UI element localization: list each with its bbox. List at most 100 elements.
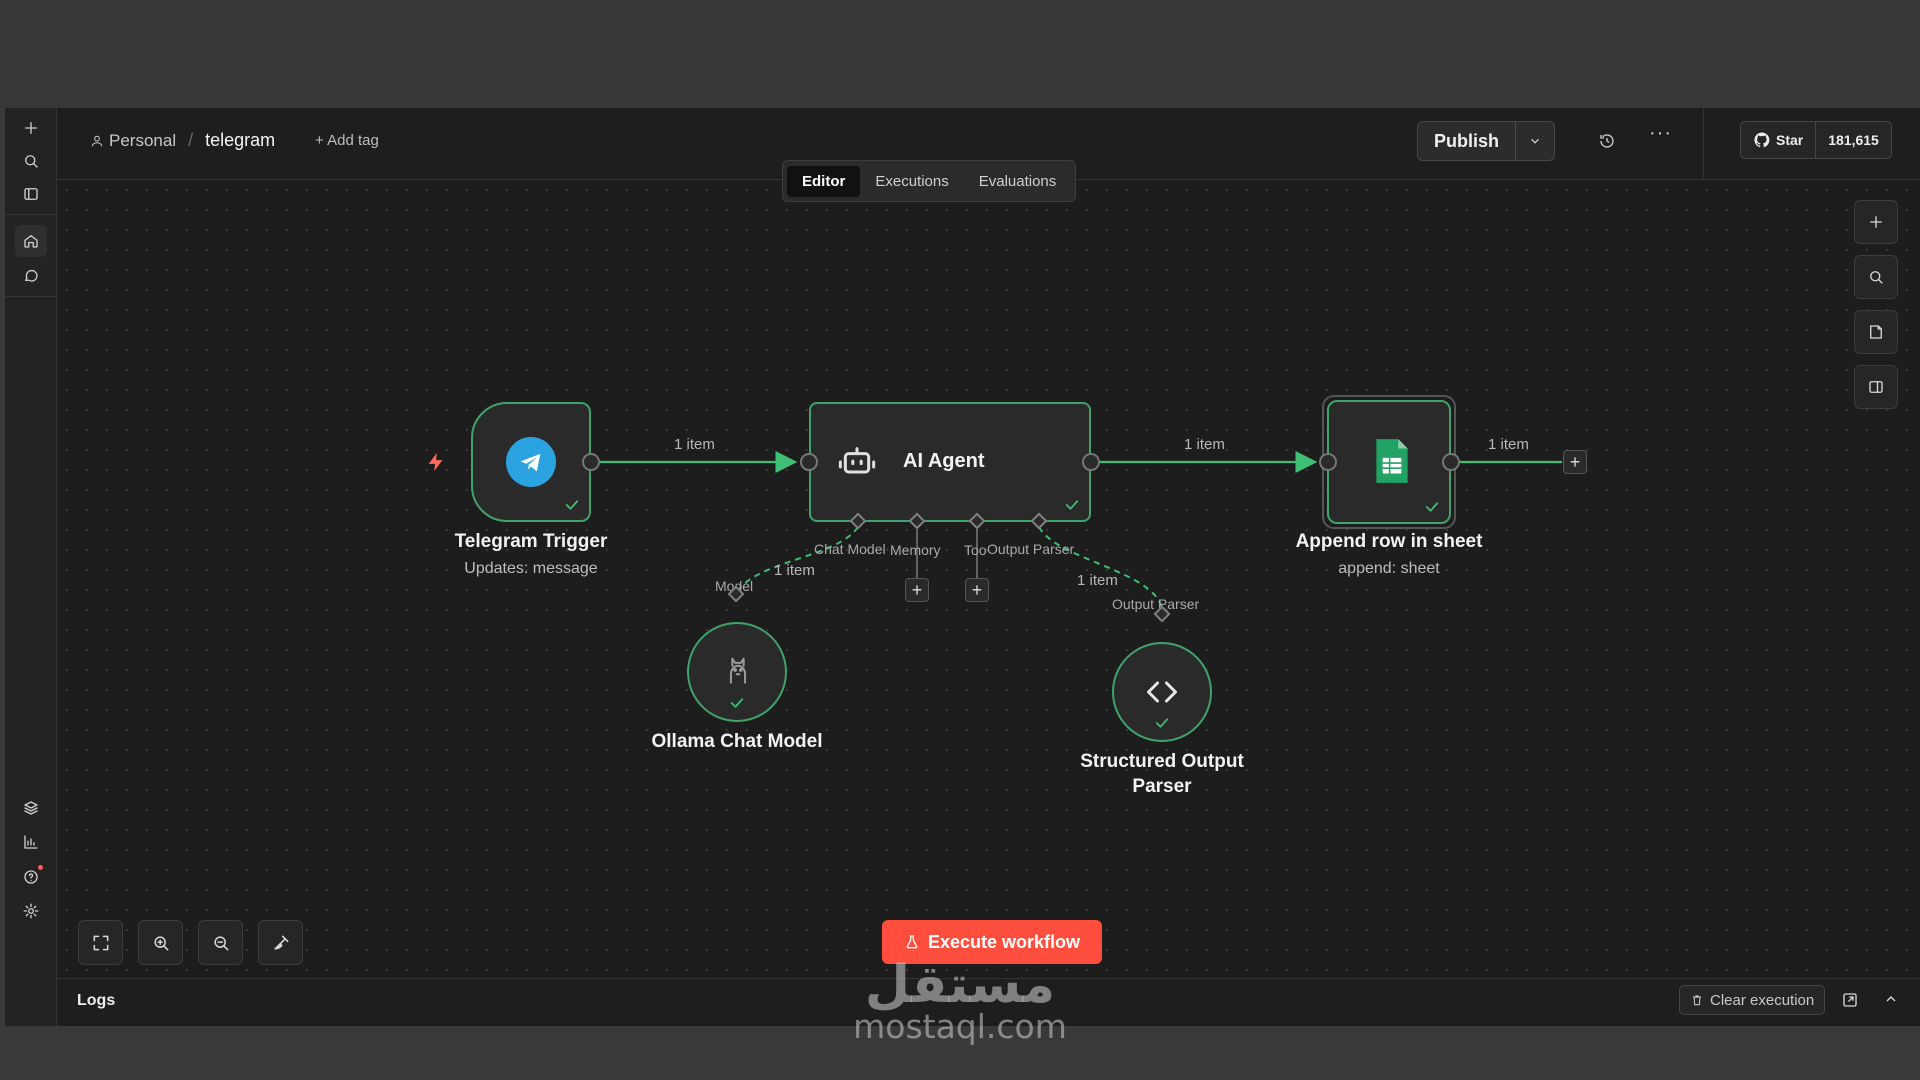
project-name: Personal <box>109 130 177 150</box>
port-label-output-parser: Output Parser <box>987 541 1075 557</box>
search-icon[interactable] <box>15 145 47 177</box>
output-handle[interactable] <box>582 453 600 471</box>
view-tabs: Editor Executions Evaluations <box>782 160 1077 202</box>
templates-icon[interactable] <box>15 792 47 824</box>
node-title: Telegram Trigger <box>454 531 608 552</box>
edge-label: 1 item <box>1184 436 1225 453</box>
node-ai-agent[interactable]: AI Agent <box>809 402 1091 522</box>
settings-icon[interactable] <box>15 895 47 927</box>
zoom-in-icon <box>153 935 168 950</box>
edge-model-link[interactable] <box>735 526 859 594</box>
popout-logs-button[interactable] <box>1841 991 1861 1011</box>
workflow-canvas[interactable]: 1 item 1 item 1 item 1 item 1 item Teleg… <box>57 180 1920 978</box>
node-append-row-in-sheet[interactable] <box>1327 400 1451 524</box>
port-label-chat-model: Chat Model <box>814 541 886 557</box>
toggle-sidebar-icon[interactable] <box>15 178 47 210</box>
robot-icon <box>838 447 876 474</box>
node-telegram-trigger[interactable] <box>471 402 591 522</box>
clear-execution-button[interactable]: Clear execution <box>1679 985 1826 1015</box>
help-icon[interactable] <box>15 861 47 893</box>
success-check-icon <box>1063 496 1081 514</box>
zoom-out-icon <box>213 935 228 950</box>
panel-icon <box>1869 381 1883 393</box>
tab-evaluations[interactable]: Evaluations <box>964 166 1072 197</box>
node-ollama-chat-model[interactable] <box>687 622 787 722</box>
sidebar-divider <box>5 214 57 215</box>
edge-label: 1 item <box>1488 436 1529 453</box>
success-check-icon <box>1153 714 1171 732</box>
breadcrumb-separator: / <box>188 130 194 150</box>
input-handle[interactable] <box>1319 453 1337 471</box>
success-check-icon <box>1423 498 1441 516</box>
output-handle[interactable] <box>1442 453 1460 471</box>
edge-label: 1 item <box>774 562 815 579</box>
connection-layer <box>597 451 1562 609</box>
tab-editor[interactable]: Editor <box>787 165 861 197</box>
github-star-group[interactable]: Star 181,615 <box>1740 121 1892 159</box>
sidebar-divider <box>5 296 57 297</box>
edge-label: 1 item <box>674 436 715 453</box>
canvas-right-toolbar <box>1854 200 1898 420</box>
broom-icon <box>273 935 288 950</box>
add-tag-button[interactable]: + Add tag <box>315 132 379 149</box>
success-check-icon <box>728 694 746 712</box>
workflow-history-button[interactable] <box>1594 128 1620 154</box>
home-icon[interactable] <box>15 225 47 257</box>
add-icon[interactable] <box>15 112 47 144</box>
add-node-button[interactable] <box>1854 200 1898 244</box>
breadcrumb: Personal / telegram <box>90 130 275 151</box>
publish-options-button[interactable] <box>1516 122 1554 160</box>
port-label-output-parser: Output Parser <box>1112 596 1200 612</box>
chevron-up-icon <box>1886 996 1896 1002</box>
publish-group: Publish <box>1417 121 1556 161</box>
zoom-in-button[interactable] <box>138 920 183 965</box>
search-icon <box>1870 271 1883 284</box>
github-star-button[interactable]: Star <box>1741 122 1817 158</box>
zoom-out-button[interactable] <box>198 920 243 965</box>
publish-button[interactable]: Publish <box>1418 122 1517 160</box>
search-nodes-button[interactable] <box>1854 255 1898 299</box>
node-subtitle: Updates: message <box>464 560 598 577</box>
left-sidebar <box>5 108 57 1026</box>
node-structured-output-parser[interactable] <box>1112 642 1212 742</box>
popout-icon <box>1843 993 1857 1007</box>
port-label-memory: Memory <box>890 542 941 558</box>
watermark-latin: mostaql.com <box>853 1007 1067 1046</box>
plus-icon <box>1870 216 1882 228</box>
google-sheets-icon <box>1376 439 1408 483</box>
notification-dot <box>38 865 43 870</box>
watermark-arabic: مستقل <box>864 955 1056 1015</box>
add-memory-button[interactable]: + <box>905 578 929 602</box>
chevron-down-icon <box>1531 138 1539 144</box>
chat-icon[interactable] <box>15 260 47 292</box>
workflow-name[interactable]: telegram <box>205 130 275 151</box>
add-next-node-button[interactable]: + <box>1563 450 1587 474</box>
input-handle[interactable] <box>800 453 818 471</box>
toggle-panel-button[interactable] <box>1854 365 1898 409</box>
node-title: Structured Output <box>1080 751 1244 772</box>
more-options-button[interactable]: ··· <box>1649 122 1672 145</box>
logs-label: Logs <box>77 992 116 1009</box>
top-bar-background <box>0 0 1920 108</box>
edge-label: 1 item <box>1077 572 1118 589</box>
node-subtitle: append: sheet <box>1338 560 1440 577</box>
sticky-note-icon <box>1870 325 1882 339</box>
insights-icon[interactable] <box>15 826 47 858</box>
expand-logs-button[interactable] <box>1883 991 1903 1011</box>
canvas-zoom-toolbar <box>78 920 303 965</box>
port-label-tool: Tool <box>964 542 986 558</box>
clear-execution-label: Clear execution <box>1710 991 1815 1009</box>
output-handle[interactable] <box>1082 453 1100 471</box>
tab-executions[interactable]: Executions <box>860 166 963 197</box>
success-check-icon <box>563 496 581 514</box>
trash-icon <box>1692 995 1702 1006</box>
github-icon <box>1754 132 1770 148</box>
star-count: 181,615 <box>1828 132 1879 148</box>
fit-view-button[interactable] <box>78 920 123 965</box>
sticky-note-button[interactable] <box>1854 310 1898 354</box>
add-tool-button[interactable]: + <box>965 578 989 602</box>
breadcrumb-project[interactable]: Personal <box>90 131 176 151</box>
telegram-icon <box>506 437 556 487</box>
tidy-up-button[interactable] <box>258 920 303 965</box>
flask-icon <box>906 935 918 949</box>
